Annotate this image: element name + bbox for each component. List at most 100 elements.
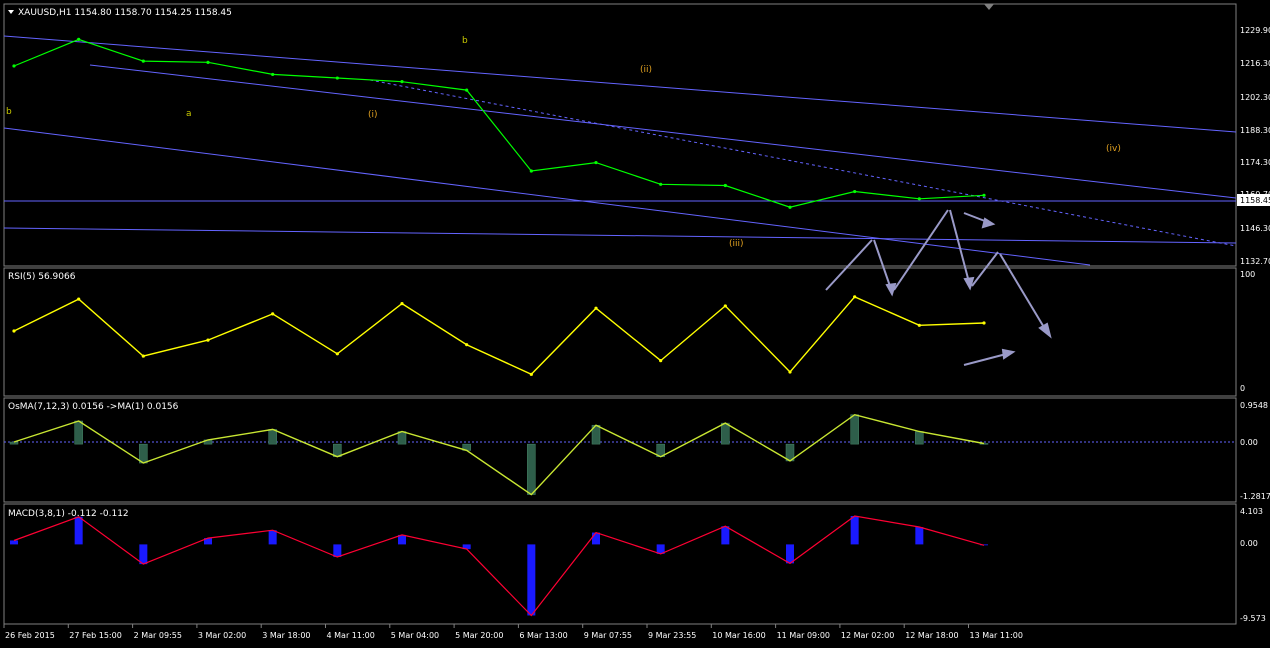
rsi-point xyxy=(917,323,921,327)
rsi-point xyxy=(335,352,339,356)
macd-bar xyxy=(10,540,18,545)
price-point xyxy=(141,59,145,63)
osma-tick-zero: 0.00 xyxy=(1240,438,1258,447)
price-point xyxy=(335,76,339,80)
time-tick-label: 6 Mar 13:00 xyxy=(519,631,567,640)
price-point xyxy=(594,160,598,165)
macd-title: MACD(3,8,1) -0.112 -0.112 xyxy=(8,509,129,519)
price-tick: 1174.30 xyxy=(1240,158,1270,167)
osma-title: OsMA(7,12,3) 0.0156 ->MA(1) 0.0156 xyxy=(8,402,179,412)
dashed-trend-line[interactable] xyxy=(369,79,1237,247)
dropdown-triangle-icon[interactable] xyxy=(8,10,14,14)
rsi-point xyxy=(982,321,986,325)
macd-pane: MACD(3,8,1) -0.112 -0.112 4.103 0.00 -9.… xyxy=(8,507,1266,623)
rsi-point xyxy=(77,297,81,301)
time-tick-label: 3 Mar 02:00 xyxy=(198,631,246,640)
osma-bar xyxy=(74,420,83,445)
time-tick-label: 13 Mar 11:00 xyxy=(970,631,1023,640)
price-point xyxy=(12,64,16,68)
wave-label-b-left: b xyxy=(6,107,12,117)
macd-histogram xyxy=(10,515,988,616)
arrow-head-icon xyxy=(1038,322,1052,339)
time-tick-label: 4 Mar 11:00 xyxy=(327,631,375,640)
rsi-point xyxy=(141,354,145,358)
channel-line-mid[interactable] xyxy=(89,64,1237,199)
price-point xyxy=(400,80,404,84)
arrow-head-icon xyxy=(1001,348,1016,360)
channel-line-bottom[interactable] xyxy=(3,227,1237,244)
macd-bar xyxy=(333,544,342,558)
rsi-points xyxy=(12,295,986,376)
time-tick-label: 26 Feb 2015 xyxy=(5,631,55,640)
price-tick: 1188.30 xyxy=(1240,126,1270,135)
price-point xyxy=(271,72,275,77)
rsi-point xyxy=(465,343,469,347)
price-point xyxy=(529,169,533,173)
price-point xyxy=(982,193,986,197)
macd-bar xyxy=(268,530,277,545)
osma-bar xyxy=(915,431,924,445)
price-points xyxy=(12,37,986,209)
rsi-point xyxy=(659,359,663,363)
rsi-title: RSI(5) 56.9066 xyxy=(8,272,76,282)
projection-arrows xyxy=(825,209,1052,366)
arrow-head-icon xyxy=(981,217,996,229)
arrow-head-icon xyxy=(885,282,897,297)
price-tick: 1202.30 xyxy=(1240,93,1270,102)
rsi-series-line xyxy=(13,295,985,376)
price-point xyxy=(206,60,210,64)
time-tick-label: 2 Mar 09:55 xyxy=(134,631,182,640)
price-point xyxy=(659,182,663,186)
rsi-pane: RSI(5) 56.9066 100 0 xyxy=(8,270,1255,393)
rsi-tick-100: 100 xyxy=(1240,270,1255,279)
macd-signal-line xyxy=(13,515,985,617)
osma-bar xyxy=(397,431,407,445)
rsi-point xyxy=(853,295,857,299)
price-pane: XAUUSD,H1 1154.80 1158.70 1154.25 1158.4… xyxy=(3,8,1270,366)
macd-tick-max: 4.103 xyxy=(1240,507,1263,516)
osma-tick-max: 0.9548 xyxy=(1240,401,1268,410)
rsi-point xyxy=(723,304,727,308)
osma-series-line xyxy=(13,413,985,496)
arrow-line xyxy=(971,251,999,287)
osma-bar xyxy=(139,443,148,464)
macd-bar xyxy=(74,516,83,545)
arrow-line xyxy=(893,209,949,291)
rsi-point xyxy=(206,338,210,342)
macd-bar xyxy=(592,532,600,545)
trend-channels xyxy=(3,35,1237,266)
osma-bar xyxy=(527,443,536,495)
rsi-point xyxy=(400,302,404,306)
price-series-line xyxy=(13,38,985,208)
price-point xyxy=(788,205,792,209)
osma-bar xyxy=(268,429,277,445)
macd-bar xyxy=(786,544,794,564)
wave-labels: b b a (i) (ii) (iii) (iv) xyxy=(6,36,1121,249)
time-tick-label: 11 Mar 09:00 xyxy=(777,631,830,640)
macd-bar xyxy=(139,544,148,565)
rsi-point xyxy=(788,370,792,374)
osma-bar xyxy=(721,422,730,445)
wave-label-iii: (iii) xyxy=(729,239,744,249)
shift-marker-icon[interactable] xyxy=(984,4,994,10)
time-tick-label: 10 Mar 16:00 xyxy=(712,631,765,640)
price-point xyxy=(917,197,921,201)
price-point xyxy=(853,189,857,194)
price-tick: 1229.90 xyxy=(1240,26,1270,35)
time-tick-label: 12 Mar 02:00 xyxy=(841,631,894,640)
price-point xyxy=(465,88,469,92)
wave-label-b: b xyxy=(462,36,468,46)
wave-label-iv: (iv) xyxy=(1106,144,1121,154)
osma-pane: OsMA(7,12,3) 0.0156 ->MA(1) 0.0156 0.954… xyxy=(4,401,1270,501)
time-tick-label: 5 Mar 20:00 xyxy=(455,631,503,640)
current-price-label: 1158.45 xyxy=(1240,196,1270,205)
osma-pane-frame xyxy=(3,397,1237,503)
channel-line-lower[interactable] xyxy=(3,127,1091,266)
time-tick-label: 5 Mar 04:00 xyxy=(391,631,439,640)
time-tick-label: 9 Mar 07:55 xyxy=(584,631,632,640)
macd-bar xyxy=(721,526,730,545)
chart-canvas[interactable]: XAUUSD,H1 1154.80 1158.70 1154.25 1158.4… xyxy=(0,0,1270,644)
osma-bar xyxy=(9,441,19,445)
time-tick-label: 3 Mar 18:00 xyxy=(262,631,310,640)
time-tick-label: 9 Mar 23:55 xyxy=(648,631,696,640)
